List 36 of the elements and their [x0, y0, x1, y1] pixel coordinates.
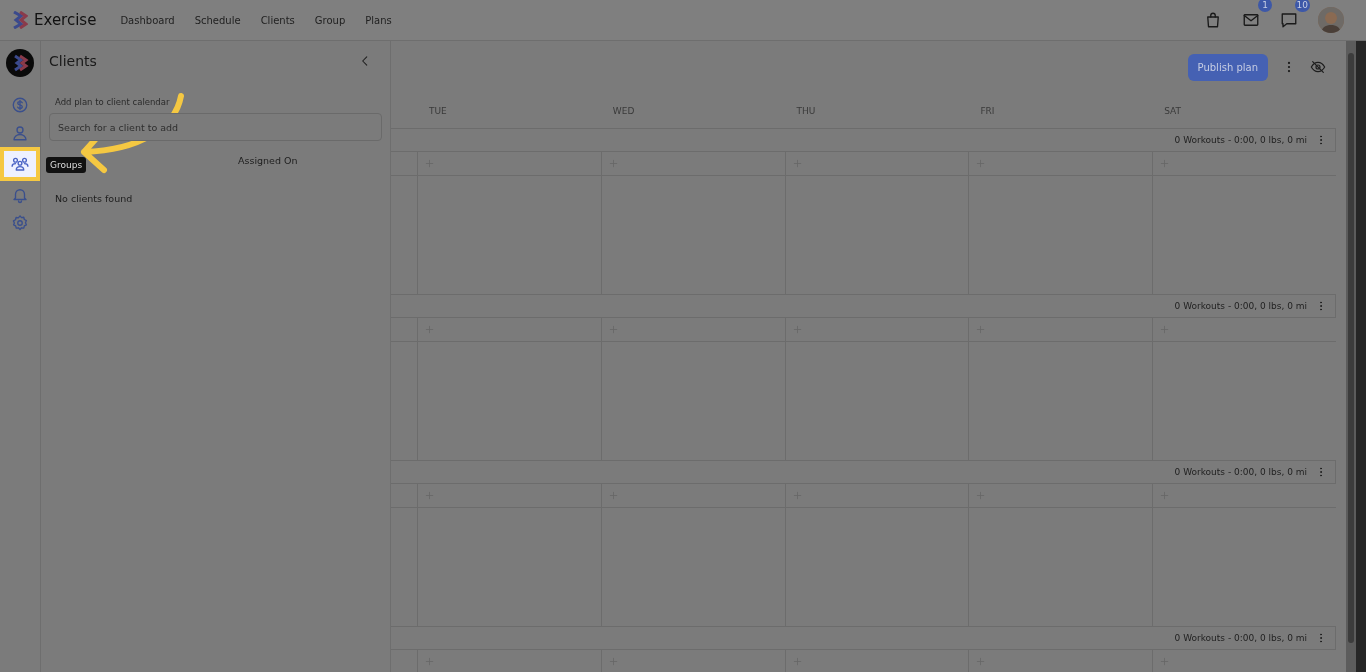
bell-icon[interactable] — [11, 186, 29, 204]
publish-button[interactable]: Publish plan — [1187, 53, 1268, 81]
logo-icon — [6, 49, 34, 77]
settings-icon[interactable] — [11, 214, 29, 232]
week-summary: 0 Workouts - 0:00, 0 lbs, 0 mi — [1174, 135, 1307, 145]
user-icon[interactable] — [11, 124, 29, 142]
notification-badge: 1 — [1258, 0, 1272, 12]
eye-off-icon[interactable] — [1310, 59, 1326, 75]
day-header: WED — [611, 105, 636, 116]
app-name: Exercise — [34, 11, 97, 29]
group-icon[interactable] — [11, 155, 29, 173]
day-header: TUE — [428, 105, 448, 116]
week-summary: 0 Workouts - 0:00, 0 lbs, 0 mi — [1174, 467, 1307, 477]
dollar-icon[interactable] — [11, 96, 29, 114]
avatar[interactable] — [1318, 7, 1344, 33]
day-header: SAT — [1163, 105, 1183, 116]
nav-link[interactable]: Plans — [355, 10, 402, 30]
notification-badge: 10 — [1294, 0, 1310, 12]
tooltip: Groups — [46, 157, 87, 173]
nav-link[interactable]: Dashboard — [110, 10, 185, 30]
week-summary: 0 Workouts - 0:00, 0 lbs, 0 mi — [1174, 633, 1307, 643]
day-header: THU — [795, 105, 817, 116]
shopping-bag-icon[interactable] — [1204, 11, 1222, 29]
scrollbar[interactable] — [1346, 41, 1356, 672]
search-field[interactable]: Search for a client to add — [49, 113, 382, 141]
panel-title: Clients — [49, 53, 97, 69]
column-header: Assigned On — [238, 155, 299, 166]
mail-icon[interactable] — [1242, 11, 1260, 29]
chat-icon[interactable] — [1280, 11, 1298, 29]
week-summary: 0 Workouts - 0:00, 0 lbs, 0 mi — [1174, 301, 1307, 311]
empty-message: No clients found — [55, 193, 134, 204]
logo-icon — [12, 11, 28, 29]
nav-link[interactable]: Clients — [250, 10, 305, 30]
panel-subtitle: Add plan to client calendar — [55, 97, 171, 107]
nav-link[interactable]: Schedule — [184, 10, 251, 30]
nav-link[interactable]: Group — [304, 10, 356, 30]
